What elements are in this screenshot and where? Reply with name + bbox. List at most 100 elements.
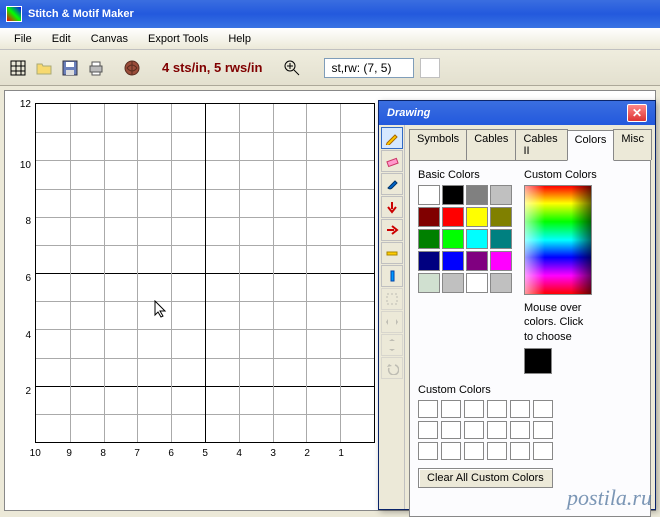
color-swatch[interactable] — [466, 185, 488, 205]
x-label: 8 — [96, 448, 110, 459]
color-swatch[interactable] — [466, 273, 488, 293]
window-titlebar: Stitch & Motif Maker — [0, 0, 660, 28]
tab-misc[interactable]: Misc — [613, 129, 652, 160]
x-label: 2 — [300, 448, 314, 459]
color-swatch[interactable] — [442, 273, 464, 293]
color-hint-text: Mouse over colors. Click to choose — [524, 301, 594, 344]
current-color-swatch — [524, 348, 552, 374]
color-swatch[interactable] — [490, 251, 512, 271]
custom-color-swatch[interactable] — [464, 442, 484, 460]
custom-color-swatch[interactable] — [487, 421, 507, 439]
color-swatch[interactable] — [490, 185, 512, 205]
custom-color-swatch[interactable] — [533, 442, 553, 460]
grid-icon[interactable] — [6, 56, 30, 80]
tab-cables[interactable]: Cables — [466, 129, 516, 160]
custom-color-swatch[interactable] — [510, 421, 530, 439]
y-label: 10 — [17, 160, 31, 171]
x-label: 1 — [334, 448, 348, 459]
custom-color-swatch[interactable] — [418, 421, 438, 439]
flip-h-icon[interactable] — [381, 311, 403, 333]
vline-tool-icon[interactable] — [381, 265, 403, 287]
color-swatch[interactable] — [418, 207, 440, 227]
color-swatch[interactable] — [490, 273, 512, 293]
y-label: 8 — [17, 216, 31, 227]
color-swatch[interactable] — [418, 185, 440, 205]
save-icon[interactable] — [58, 56, 82, 80]
custom-color-swatch[interactable] — [533, 421, 553, 439]
color-swatch[interactable] — [418, 229, 440, 249]
drawing-panel-titlebar[interactable]: Drawing ✕ — [379, 101, 655, 125]
color-swatch[interactable] — [466, 207, 488, 227]
readout-swatch — [420, 58, 440, 78]
color-swatch[interactable] — [466, 251, 488, 271]
yarn-icon[interactable] — [120, 56, 144, 80]
drawing-tabs: Symbols Cables Cables II Colors Misc — [409, 129, 651, 161]
custom-color-swatch[interactable] — [441, 442, 461, 460]
basic-colors-grid — [418, 185, 512, 293]
stitch-row-readout: st,rw: (7, 5) — [324, 58, 414, 78]
color-swatch[interactable] — [418, 273, 440, 293]
custom-color-swatch[interactable] — [464, 421, 484, 439]
color-picker-gradient[interactable] — [524, 185, 592, 295]
hline-tool-icon[interactable] — [381, 242, 403, 264]
menu-edit[interactable]: Edit — [42, 31, 81, 47]
color-swatch[interactable] — [442, 251, 464, 271]
y-label: 6 — [17, 273, 31, 284]
custom-color-swatch[interactable] — [464, 400, 484, 418]
colors-tab-content: Basic Colors Custom Colors Mouse over co… — [409, 161, 651, 517]
flip-v-icon[interactable] — [381, 334, 403, 356]
drawing-panel: Drawing ✕ Symbols Cables Cables II Color… — [378, 100, 656, 510]
x-label: 7 — [130, 448, 144, 459]
custom-colors-header: Custom Colors — [524, 169, 597, 181]
menubar: File Edit Canvas Export Tools Help — [0, 28, 660, 50]
arrow-down-icon[interactable] — [381, 196, 403, 218]
custom-color-swatch[interactable] — [510, 400, 530, 418]
x-label: 9 — [62, 448, 76, 459]
open-icon[interactable] — [32, 56, 56, 80]
tab-colors[interactable]: Colors — [567, 130, 615, 161]
color-swatch[interactable] — [490, 207, 512, 227]
custom-color-swatch[interactable] — [487, 400, 507, 418]
pencil-tool-icon[interactable] — [381, 127, 403, 149]
undo-icon[interactable] — [381, 357, 403, 379]
y-label: 12 — [17, 99, 31, 110]
x-label: 5 — [198, 448, 212, 459]
custom-color-swatch[interactable] — [510, 442, 530, 460]
custom-color-swatch[interactable] — [441, 421, 461, 439]
custom-color-swatch[interactable] — [418, 400, 438, 418]
custom-color-swatch[interactable] — [418, 442, 438, 460]
print-icon[interactable] — [84, 56, 108, 80]
menu-file[interactable]: File — [4, 31, 42, 47]
basic-colors-label: Basic Colors — [418, 169, 512, 181]
menu-export[interactable]: Export Tools — [138, 31, 218, 47]
menu-canvas[interactable]: Canvas — [81, 31, 138, 47]
color-swatch[interactable] — [490, 229, 512, 249]
clear-custom-colors-button[interactable]: Clear All Custom Colors — [418, 468, 553, 488]
color-swatch[interactable] — [442, 185, 464, 205]
tab-symbols[interactable]: Symbols — [409, 129, 467, 160]
brush-tool-icon[interactable] — [381, 173, 403, 195]
y-label: 2 — [17, 386, 31, 397]
custom-color-swatch[interactable] — [487, 442, 507, 460]
color-swatch[interactable] — [442, 229, 464, 249]
zoom-in-icon[interactable] — [280, 56, 304, 80]
eraser-tool-icon[interactable] — [381, 150, 403, 172]
x-label: 4 — [232, 448, 246, 459]
app-icon — [6, 6, 22, 22]
drawing-toolbar — [379, 125, 405, 509]
menu-help[interactable]: Help — [218, 31, 261, 47]
x-label: 3 — [266, 448, 280, 459]
tab-cables2[interactable]: Cables II — [515, 129, 567, 160]
color-swatch[interactable] — [442, 207, 464, 227]
x-label: 10 — [28, 448, 42, 459]
custom-color-swatch[interactable] — [441, 400, 461, 418]
design-grid[interactable]: 12 10 8 6 4 2 11 9 7 5 3 1 10 9 8 7 6 5 … — [35, 103, 375, 443]
custom-colors-grid — [418, 400, 642, 460]
color-swatch[interactable] — [418, 251, 440, 271]
close-icon[interactable]: ✕ — [627, 104, 647, 122]
color-swatch[interactable] — [466, 229, 488, 249]
custom-colors-label: Custom Colors — [418, 384, 642, 396]
custom-color-swatch[interactable] — [533, 400, 553, 418]
arrow-right-icon[interactable] — [381, 219, 403, 241]
select-tool-icon[interactable] — [381, 288, 403, 310]
